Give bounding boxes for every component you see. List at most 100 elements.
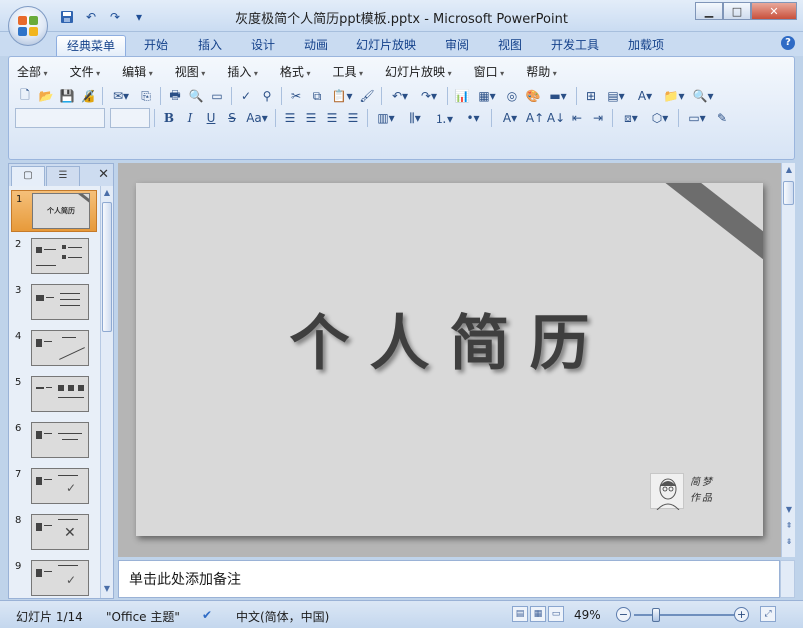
save-icon[interactable]: 💾 xyxy=(57,86,77,106)
outline-tab-icon[interactable]: ☰ xyxy=(46,166,80,186)
slide-thumbnail-7[interactable]: 7 ✓ xyxy=(11,466,97,508)
thumbnails-scrollbar[interactable]: ▲ ▼ xyxy=(100,186,113,598)
slide-icon[interactable]: ▭ xyxy=(207,86,227,106)
cut-icon[interactable]: ✂ xyxy=(286,86,306,106)
scroll-thumb[interactable] xyxy=(783,181,794,205)
slide-thumbnail-3[interactable]: 3 xyxy=(11,282,97,324)
menu-tools[interactable]: 工具 xyxy=(332,63,363,81)
columns-icon[interactable]: ▥▾ xyxy=(372,108,400,128)
fit-to-window-icon[interactable]: ⤢ xyxy=(760,606,776,622)
new-icon[interactable]: 🗋 xyxy=(15,86,35,106)
folder-icon[interactable]: 📁▾ xyxy=(660,86,688,106)
tab-animation[interactable]: 动画 xyxy=(294,35,338,56)
slide-thumbnail-1[interactable]: 1 个人简历 xyxy=(11,190,97,232)
slide-sorter-icon[interactable]: ▦ xyxy=(530,606,546,622)
open-icon[interactable]: 📂 xyxy=(36,86,56,106)
text-direction-icon[interactable]: ⫼▾ xyxy=(401,108,429,128)
scroll-up-icon[interactable]: ▲ xyxy=(101,188,113,200)
slide-thumbnail-5[interactable]: 5 xyxy=(11,374,97,416)
insert-picture-icon[interactable]: ◎ xyxy=(502,86,522,106)
email-icon[interactable]: ✉▾ xyxy=(107,86,135,106)
slide-thumbnail-9[interactable]: 9 ✓ xyxy=(11,558,97,598)
menu-insert[interactable]: 插入 xyxy=(227,63,258,81)
numbering-icon[interactable]: ⒈▾ xyxy=(430,108,458,128)
maximize-button[interactable]: □ xyxy=(723,2,751,20)
print-icon[interactable]: 🖶 xyxy=(165,86,185,106)
shape-fill-icon[interactable]: ▭▾ xyxy=(683,108,711,128)
paste-icon[interactable]: 📋▾ xyxy=(328,86,356,106)
menu-all[interactable]: 全部 xyxy=(17,63,48,81)
font-color-icon[interactable]: A▾ xyxy=(496,108,524,128)
scroll-down-icon[interactable]: ▼ xyxy=(101,584,113,596)
zoom-in-icon[interactable]: + xyxy=(734,607,749,622)
align-left-icon[interactable]: ☰ xyxy=(280,108,300,128)
grayscale-icon[interactable]: ▬▾ xyxy=(544,86,572,106)
slide-thumbnail-6[interactable]: 6 xyxy=(11,420,97,462)
zoom-slider[interactable] xyxy=(634,614,734,616)
zoom-level[interactable]: 49% xyxy=(574,608,601,622)
permission-icon[interactable]: 🔏 xyxy=(78,86,98,106)
previous-slide-icon[interactable]: ⇞ xyxy=(783,521,795,533)
shape-outline-icon[interactable]: ✎ xyxy=(712,108,732,128)
theme-name[interactable]: "Office 主题" xyxy=(106,608,180,625)
tab-review[interactable]: 审阅 xyxy=(435,35,479,56)
decrease-indent-icon[interactable]: ⇤ xyxy=(567,108,587,128)
grow-font-icon[interactable]: A↑ xyxy=(525,108,545,128)
increase-indent-icon[interactable]: ⇥ xyxy=(588,108,608,128)
tab-insert[interactable]: 插入 xyxy=(188,35,232,56)
slideshow-view-icon[interactable]: ▭ xyxy=(548,606,564,622)
textbox-icon[interactable]: A▾ xyxy=(631,86,659,106)
notes-pane[interactable]: 单击此处添加备注 xyxy=(118,560,780,598)
scroll-down-icon[interactable]: ▼ xyxy=(783,505,795,517)
shapes-icon[interactable]: ⬡▾ xyxy=(646,108,674,128)
bold-icon[interactable]: B xyxy=(159,108,179,128)
zoom-out-icon[interactable]: − xyxy=(616,607,631,622)
color-icon[interactable]: 🎨 xyxy=(523,86,543,106)
tab-developer[interactable]: 开发工具 xyxy=(541,35,609,56)
close-panel-icon[interactable]: ✕ xyxy=(98,167,109,182)
tab-classic-menu[interactable]: 经典菜单 xyxy=(56,35,127,56)
tab-design[interactable]: 设计 xyxy=(241,35,285,56)
menu-help[interactable]: 帮助 xyxy=(526,63,557,81)
notes-scrollbar[interactable] xyxy=(780,560,795,598)
slide-thumbnail-2[interactable]: 2 xyxy=(11,236,97,278)
new-slide-icon[interactable]: ⊞ xyxy=(581,86,601,106)
scroll-thumb[interactable] xyxy=(102,202,112,332)
menu-format[interactable]: 格式 xyxy=(280,63,311,81)
chart-icon[interactable]: 📊 xyxy=(452,86,472,106)
close-button[interactable]: ✕ xyxy=(751,2,797,20)
menu-view[interactable]: 视图 xyxy=(175,63,206,81)
print-preview-icon[interactable]: 🔍 xyxy=(186,86,206,106)
menu-slideshow[interactable]: 幻灯片放映 xyxy=(385,63,452,81)
tab-addins[interactable]: 加载项 xyxy=(618,35,674,56)
slide-thumbnail-8[interactable]: 8 ✕ xyxy=(11,512,97,554)
spell-check-icon[interactable]: ✔ xyxy=(202,608,212,622)
minimize-button[interactable]: ▁ xyxy=(695,2,723,20)
undo-icon[interactable]: ↶▾ xyxy=(386,86,414,106)
copy-icon[interactable]: ⧉ xyxy=(307,86,327,106)
find-icon[interactable]: 🔍▾ xyxy=(689,86,717,106)
align-center-icon[interactable]: ☰ xyxy=(301,108,321,128)
slide-scrollbar[interactable]: ▲ ▼ ⇞ ⇟ xyxy=(781,163,795,557)
layout-icon[interactable]: ▤▾ xyxy=(602,86,630,106)
scroll-up-icon[interactable]: ▲ xyxy=(783,165,795,177)
bullets-icon[interactable]: •▾ xyxy=(459,108,487,128)
research-icon[interactable]: ⚲ xyxy=(257,86,277,106)
language-indicator[interactable]: 中文(简体，中国) xyxy=(236,608,329,625)
format-painter-icon[interactable]: 🖌 xyxy=(357,86,377,106)
current-slide[interactable]: 个人简历 简梦 作品 xyxy=(136,183,763,536)
redo-icon[interactable]: ↷▾ xyxy=(415,86,443,106)
table-icon[interactable]: ▦▾ xyxy=(473,86,501,106)
tab-slideshow[interactable]: 幻灯片放映 xyxy=(346,35,426,56)
shrink-font-icon[interactable]: A↓ xyxy=(546,108,566,128)
justify-icon[interactable]: ☰ xyxy=(343,108,363,128)
menu-edit[interactable]: 编辑 xyxy=(122,63,153,81)
tab-view[interactable]: 视图 xyxy=(488,35,532,56)
menu-window[interactable]: 窗口 xyxy=(474,63,505,81)
arrange-icon[interactable]: ⧈▾ xyxy=(617,108,645,128)
office-button[interactable] xyxy=(8,6,48,46)
font-size-combo[interactable] xyxy=(110,108,150,128)
font-name-combo[interactable] xyxy=(15,108,105,128)
menu-file[interactable]: 文件 xyxy=(70,63,101,81)
normal-view-icon[interactable]: ▤ xyxy=(512,606,528,622)
